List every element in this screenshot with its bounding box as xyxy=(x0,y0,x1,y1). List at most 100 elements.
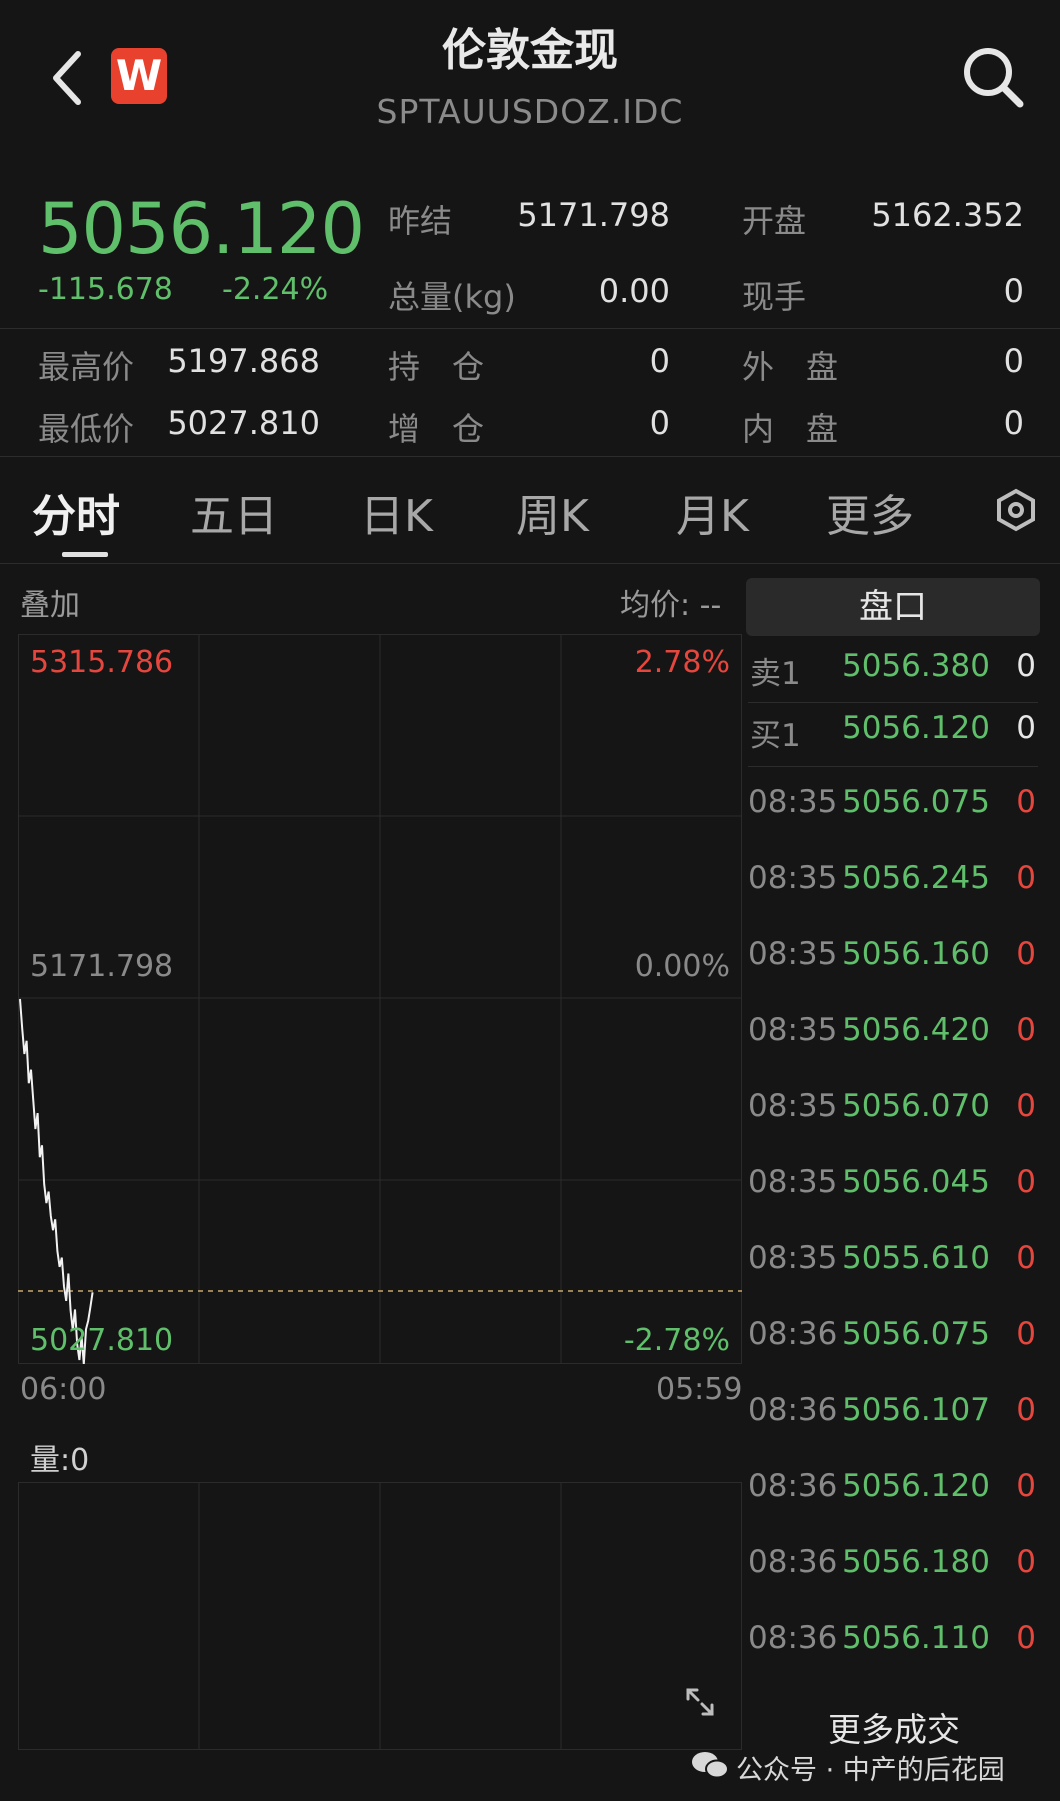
volume-chart[interactable] xyxy=(18,1482,742,1750)
ask-row: 卖1 5056.380 0 xyxy=(748,648,1038,700)
trade-price: 5056.420 xyxy=(842,1012,990,1048)
trade-time: 08:35 xyxy=(748,860,838,896)
trade-price: 5056.045 xyxy=(842,1164,990,1200)
trade-row: 08:35 5056.045 0 xyxy=(748,1164,1038,1224)
trade-volume: 0 xyxy=(1016,1164,1036,1200)
volume-indicator-label: 量:0 xyxy=(30,1443,90,1478)
price-series-line xyxy=(19,998,94,1364)
open-label: 开盘 xyxy=(742,202,807,240)
trade-price: 5056.110 xyxy=(842,1620,990,1656)
bid-row: 买1 5056.120 0 xyxy=(748,710,1038,762)
active-tab-indicator xyxy=(62,552,108,557)
top-price-label: 5315.786 xyxy=(30,645,173,680)
trade-row: 08:35 5056.245 0 xyxy=(748,860,1038,920)
divider xyxy=(748,766,1038,767)
trade-volume: 0 xyxy=(1016,1620,1036,1656)
low-label: 最低价 xyxy=(38,410,135,448)
trade-time: 08:36 xyxy=(748,1392,838,1428)
divider xyxy=(748,702,1038,703)
outer-volume-value: 0 xyxy=(1003,342,1024,380)
trade-price: 5056.120 xyxy=(842,1468,990,1504)
trade-time: 08:35 xyxy=(748,936,838,972)
trade-row: 08:36 5056.120 0 xyxy=(748,1468,1038,1528)
volume-grid xyxy=(18,1482,742,1750)
tab-weekly-k[interactable]: 周K xyxy=(516,480,589,544)
trade-price: 5055.610 xyxy=(842,1240,990,1276)
trade-time: 08:35 xyxy=(748,1088,838,1124)
settings-icon xyxy=(997,488,1035,532)
search-button[interactable] xyxy=(958,42,1028,112)
trade-row: 08:36 5056.107 0 xyxy=(748,1392,1038,1452)
trade-volume: 0 xyxy=(1016,784,1036,820)
time-axis-end: 05:59 xyxy=(656,1372,743,1407)
wechat-icon xyxy=(692,1752,729,1779)
high-label: 最高价 xyxy=(38,348,135,386)
ask-price: 5056.380 xyxy=(842,648,990,684)
trade-price: 5056.070 xyxy=(842,1088,990,1124)
trade-time: 08:36 xyxy=(748,1620,838,1656)
bid-volume: 0 xyxy=(1016,710,1036,746)
price-change: -115.678 xyxy=(38,272,173,307)
bid-price: 5056.120 xyxy=(842,710,990,746)
trade-time: 08:36 xyxy=(748,1468,838,1504)
ask-volume: 0 xyxy=(1016,648,1036,684)
divider xyxy=(0,456,1060,457)
trade-price: 5056.160 xyxy=(842,936,990,972)
trade-volume: 0 xyxy=(1016,1468,1036,1504)
intraday-chart[interactable]: 5315.786 2.78% 5171.798 0.00% 5027.810 -… xyxy=(18,634,742,1364)
average-price-label: 均价: -- xyxy=(620,588,722,623)
trade-time: 08:35 xyxy=(748,1012,838,1048)
trade-row: 08:35 5056.160 0 xyxy=(748,936,1038,996)
trade-row: 08:36 5056.075 0 xyxy=(748,1316,1038,1376)
current-hand-value: 0 xyxy=(1003,272,1024,310)
tab-monthly-k[interactable]: 月K xyxy=(676,480,749,544)
bid-label: 买1 xyxy=(750,718,801,754)
tab-five-day[interactable]: 五日 xyxy=(190,480,278,544)
low-value: 5027.810 xyxy=(167,404,320,442)
high-value: 5197.868 xyxy=(167,342,320,380)
divider xyxy=(0,328,1060,329)
chart-grid xyxy=(18,634,742,1364)
trade-price: 5056.107 xyxy=(842,1392,990,1428)
trade-volume: 0 xyxy=(1016,1316,1036,1352)
divider xyxy=(0,563,1060,564)
trade-price: 5056.075 xyxy=(842,1316,990,1352)
trade-row: 08:35 5056.420 0 xyxy=(748,1012,1038,1072)
tab-daily-k[interactable]: 日K xyxy=(360,480,433,544)
trade-price: 5056.075 xyxy=(842,784,990,820)
oi-change-value: 0 xyxy=(649,404,670,442)
watermark-text: 公众号 · 中产的后花园 xyxy=(736,1755,1005,1786)
prev-settle-label: 昨结 xyxy=(388,202,453,240)
trade-time: 08:36 xyxy=(748,1544,838,1580)
trade-time: 08:35 xyxy=(748,1164,838,1200)
low-pct-label: -2.78% xyxy=(624,1323,730,1358)
top-pct-label: 2.78% xyxy=(635,645,730,680)
mid-price-label: 5171.798 xyxy=(30,949,173,984)
volume-value: 0.00 xyxy=(598,272,670,310)
time-axis-start: 06:00 xyxy=(20,1372,107,1407)
expand-icon xyxy=(686,1688,714,1716)
prev-settle-value: 5171.798 xyxy=(517,196,670,234)
tab-more[interactable]: 更多 xyxy=(826,480,914,544)
trade-volume: 0 xyxy=(1016,1240,1036,1276)
low-price-label: 5027.810 xyxy=(30,1323,173,1358)
trade-volume: 0 xyxy=(1016,1088,1036,1124)
overlay-button[interactable]: 叠加 xyxy=(20,580,80,624)
mid-pct-label: 0.00% xyxy=(635,949,730,984)
trade-row: 08:35 5056.070 0 xyxy=(748,1088,1038,1148)
page-title: 伦敦金现 xyxy=(442,25,618,76)
trade-volume: 0 xyxy=(1016,936,1036,972)
order-book-button[interactable]: 盘口 xyxy=(746,578,1040,636)
open-value: 5162.352 xyxy=(871,196,1024,234)
chart-settings-button[interactable] xyxy=(994,488,1038,532)
open-interest-value: 0 xyxy=(649,342,670,380)
trade-time: 08:35 xyxy=(748,1240,838,1276)
trade-volume: 0 xyxy=(1016,1544,1036,1580)
trade-time: 08:35 xyxy=(748,784,838,820)
last-price: 5056.120 xyxy=(38,188,365,270)
trade-row: 08:35 5056.075 0 xyxy=(748,784,1038,844)
trade-row: 08:36 5056.110 0 xyxy=(748,1620,1038,1680)
trade-volume: 0 xyxy=(1016,1392,1036,1428)
fullscreen-button[interactable] xyxy=(680,1682,720,1722)
tab-intraday[interactable]: 分时 xyxy=(32,480,120,544)
